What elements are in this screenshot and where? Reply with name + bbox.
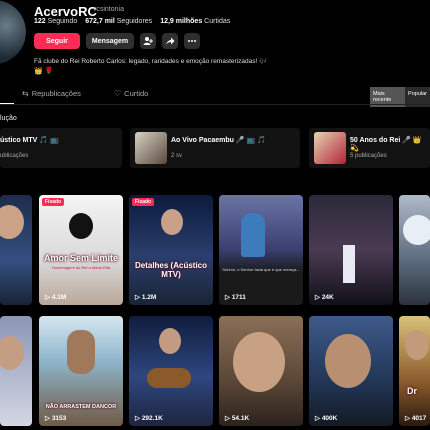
play-icon: ▷ [315, 415, 320, 422]
followers-stat[interactable]: 672,7 mil Seguidores [85, 18, 152, 25]
playlist-thumbnail [135, 132, 167, 164]
follow-button[interactable]: Seguir [34, 33, 80, 49]
playlist-count: 5 publicações [350, 153, 387, 159]
play-icon: ▷ [315, 294, 320, 301]
message-button[interactable]: Mensagem [86, 33, 134, 49]
view-count: ▷ 292.1K [135, 415, 163, 422]
profile-username: AcervoRC [34, 4, 97, 19]
pinned-badge: Fixado [132, 198, 155, 206]
playlist-card[interactable]: 50 Anos do Rei 🎤 👑 💫 5 publicações [309, 128, 430, 168]
view-count: ▷ 1711 [225, 294, 246, 301]
video-card[interactable]: Dr ▷ 4017 [399, 316, 430, 426]
share-icon[interactable] [162, 33, 178, 49]
video-overlay-text: Detalhes (Acústico MTV) [134, 261, 208, 279]
video-card[interactable]: ▷ 24K [309, 195, 393, 305]
playlist-title: 50 Anos do Rei 🎤 👑 💫 [350, 137, 422, 152]
video-card[interactable] [0, 316, 32, 426]
profile-tabs: ⇆ Republicações ♡ Curtido [0, 88, 430, 104]
video-thumbnail [161, 209, 183, 235]
view-count: ▷ 54.1K [225, 415, 250, 422]
view-count: ▷ 4.1M [45, 294, 67, 301]
following-stat[interactable]: 122 Seguindo [34, 18, 77, 25]
repost-icon: ⇆ [22, 89, 29, 98]
playlist-count: ublicações [0, 153, 29, 159]
play-icon: ▷ [135, 294, 140, 301]
play-icon: ▷ [45, 415, 50, 422]
heart-outline-icon: ♡ [114, 89, 122, 98]
video-card[interactable] [0, 195, 32, 305]
view-count: ▷ 4017 [405, 415, 427, 422]
profile-stats: 122 Seguindo 672,7 mil Seguidores 12,9 m… [34, 18, 230, 25]
likes-stat: 12,9 milhões Curtidas [160, 18, 231, 25]
video-overlay-text: Dr [407, 386, 418, 396]
playlist-card[interactable]: ústico MTV 🎵 📺 ublicações [0, 128, 122, 168]
playlist-title: Ao Vivo Pacaembu 🎤 📺 🎵 [171, 137, 266, 144]
playlist-count: 2 sv [171, 153, 183, 159]
pinned-badge: Fixado [42, 198, 65, 206]
video-card[interactable] [399, 195, 430, 305]
play-icon: ▷ [45, 294, 50, 301]
guitar-shape [147, 368, 191, 388]
video-thumbnail [0, 205, 24, 239]
video-overlay-subtext: Homenagem do Rei a Maria Rita [51, 265, 111, 270]
video-thumbnail [159, 328, 181, 354]
video-card[interactable]: Fixado Amor Sem Limite Homenagem do Rei … [39, 195, 123, 305]
video-thumbnail [343, 245, 355, 283]
video-thumbnail [0, 336, 24, 370]
profile-bio: Fã clube do Rei Roberto Carlos: legado, … [34, 58, 268, 65]
profile-bio-emojis: 👑 🌹 [34, 68, 54, 75]
video-thumbnail [403, 215, 430, 245]
play-icon: ▷ [225, 294, 230, 301]
video-card[interactable]: NÃO ARRASTEM DANCOR ▷ 3153 [39, 316, 123, 426]
view-count: ▷ 400K [315, 415, 338, 422]
video-overlay-subtext: Senhor, o Senhor fazia que é que mereça.… [222, 267, 300, 272]
tab-liked[interactable]: ♡ Curtido [114, 89, 148, 98]
playlists-heading: lução [0, 115, 17, 122]
tab-videos-underline [0, 88, 14, 104]
video-thumbnail [325, 334, 371, 388]
video-overlay-text: NÃO ARRASTEM DANCOR [45, 404, 117, 410]
add-friend-icon[interactable] [140, 33, 156, 49]
play-icon: ▷ [225, 415, 230, 422]
tabs-divider [0, 104, 430, 105]
view-count: ▷ 24K [315, 294, 334, 301]
view-count: ▷ 3153 [45, 415, 67, 422]
video-thumbnail [69, 213, 93, 239]
profile-handle: rcsintonia [94, 6, 124, 13]
video-thumbnail [405, 330, 429, 360]
playlist-card[interactable]: Ao Vivo Pacaembu 🎤 📺 🎵 2 sv [130, 128, 300, 168]
video-card[interactable]: Senhor, o Senhor fazia que é que mereça.… [219, 195, 303, 305]
video-overlay-text: Amor Sem Limite [43, 253, 119, 263]
video-thumbnail [67, 330, 95, 374]
play-icon: ▷ [135, 415, 140, 422]
video-card[interactable]: ▷ 54.1K [219, 316, 303, 426]
view-count: ▷ 1.2M [135, 294, 157, 301]
video-thumbnail [241, 213, 265, 257]
video-thumbnail [233, 332, 285, 392]
video-card[interactable]: ▷ 400K [309, 316, 393, 426]
play-icon: ▷ [405, 415, 410, 422]
profile-avatar[interactable] [0, 0, 26, 64]
more-options-icon[interactable] [184, 33, 200, 49]
tab-reposts[interactable]: ⇆ Republicações [22, 89, 81, 98]
video-card[interactable]: Fixado Detalhes (Acústico MTV) ▷ 1.2M [129, 195, 213, 305]
playlist-title: ústico MTV 🎵 📺 [0, 137, 59, 144]
playlist-thumbnail [314, 132, 346, 164]
video-card[interactable]: ▷ 292.1K [129, 316, 213, 426]
